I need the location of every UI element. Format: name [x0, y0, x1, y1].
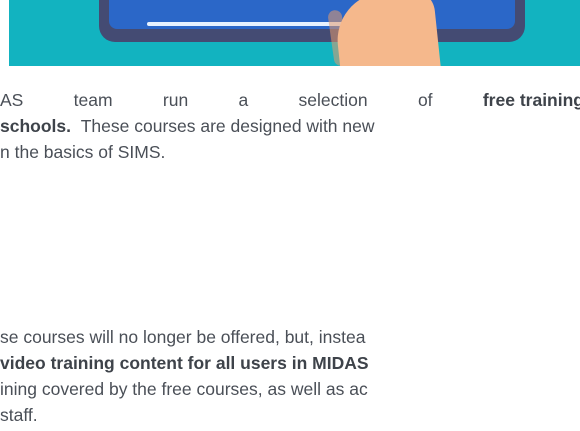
page: AS team run a selection of free training…	[0, 0, 580, 431]
intro-line-2-text: These courses are designed with new	[80, 116, 375, 136]
intro-line-2: schools. These courses are designed with…	[0, 113, 580, 139]
intro-line-1: AS team run a selection of free training…	[0, 87, 580, 113]
screen-bar	[147, 22, 347, 26]
intro-paragraph: AS team run a selection of free training…	[0, 87, 580, 165]
hero-illustration	[9, 0, 580, 66]
intro-word: team	[73, 90, 113, 110]
intro-word: of	[417, 90, 433, 110]
video-training-highlight: video training content for all users in …	[0, 353, 369, 373]
intro-word: a	[238, 90, 249, 110]
update-line-1: se courses will no longer be offered, bu…	[0, 327, 366, 347]
intro-word: AS	[0, 90, 24, 110]
intro-line-3: n the basics of SIMS.	[0, 142, 166, 162]
free-training-highlight: free training cou	[482, 90, 580, 110]
update-line-2: video training content for all users in …	[0, 350, 580, 376]
intro-word: run	[162, 90, 189, 110]
update-line-4: staff.	[0, 405, 38, 425]
intro-word: selection	[298, 90, 368, 110]
update-paragraph: se courses will no longer be offered, bu…	[0, 324, 580, 428]
update-line-3: ining covered by the free courses, as we…	[0, 379, 368, 399]
schools-highlight: schools.	[0, 116, 71, 136]
hand-icon	[332, 0, 442, 66]
